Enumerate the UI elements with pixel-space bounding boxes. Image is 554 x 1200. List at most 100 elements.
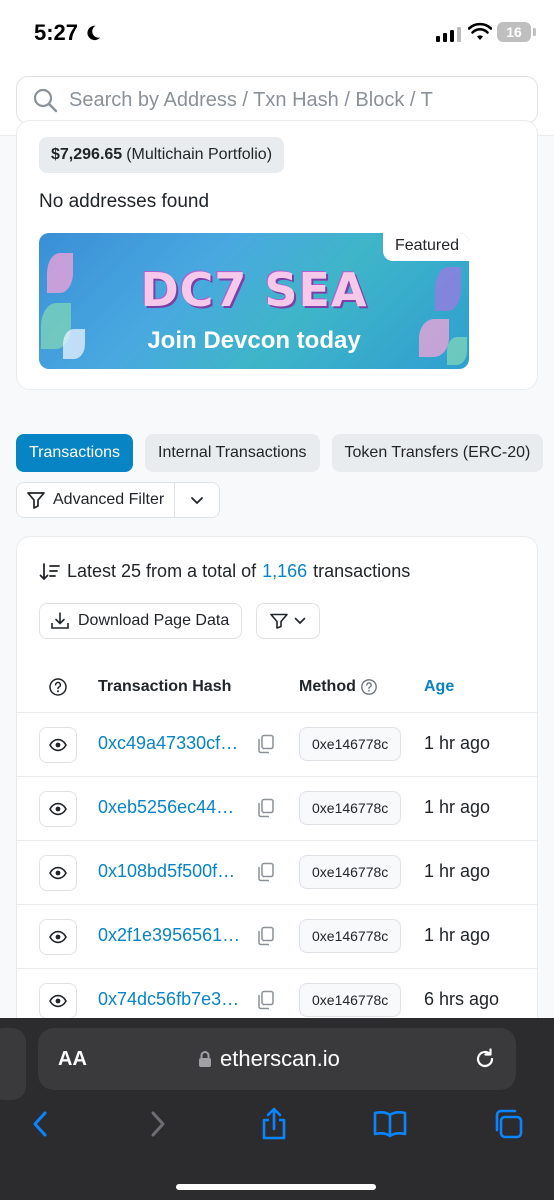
tab-bar: Transactions Internal Transactions Token… bbox=[16, 434, 544, 472]
multichain-portfolio-badge[interactable]: $7,296.65 (Multichain Portfolio) bbox=[39, 137, 285, 173]
lock-icon bbox=[199, 1051, 211, 1067]
preview-button[interactable] bbox=[39, 983, 77, 1019]
devcon-banner[interactable]: DC7 SEA Join Devcon today Featured bbox=[39, 233, 469, 369]
help-icon[interactable] bbox=[48, 677, 68, 697]
filter-dropdown-button[interactable] bbox=[256, 603, 320, 639]
advanced-filter-label: Advanced Filter bbox=[53, 491, 165, 508]
copy-icon[interactable] bbox=[257, 734, 275, 754]
share-button[interactable] bbox=[256, 1106, 292, 1142]
banner-title: DC7 SEA bbox=[140, 263, 368, 317]
address-overview-card: $7,296.65 (Multichain Portfolio) No addr… bbox=[16, 120, 538, 390]
method-badge: 0xe146778c bbox=[299, 727, 402, 761]
text-size-button[interactable]: AA bbox=[58, 1048, 87, 1071]
preview-button[interactable] bbox=[39, 855, 77, 891]
table-row: 0xc49a47330cf… 0xe146778c 1 hr ago bbox=[17, 713, 537, 777]
tab-transactions[interactable]: Transactions bbox=[16, 434, 133, 472]
download-page-data-button[interactable]: Download Page Data bbox=[39, 603, 243, 639]
header-age-toggle[interactable]: Age bbox=[424, 678, 454, 696]
search-icon bbox=[33, 88, 58, 113]
copy-icon[interactable] bbox=[257, 990, 275, 1010]
chevron-left-icon bbox=[33, 1111, 47, 1137]
url-display[interactable]: etherscan.io bbox=[198, 1046, 340, 1072]
battery-indicator: 16 bbox=[497, 22, 536, 42]
signal-icon bbox=[436, 26, 461, 42]
transaction-hash-link[interactable]: 0x108bd5f500f… bbox=[98, 861, 235, 882]
transaction-hash-link[interactable]: 0xc49a47330cf… bbox=[98, 733, 238, 754]
clock-time: 5:27 bbox=[34, 20, 79, 45]
tabs-button[interactable] bbox=[490, 1106, 526, 1142]
url-domain: etherscan.io bbox=[220, 1046, 340, 1071]
eye-icon bbox=[49, 866, 67, 880]
table-row: 0xeb5256ec44… 0xe146778c 1 hr ago bbox=[17, 777, 537, 841]
portfolio-label: (Multichain Portfolio) bbox=[126, 146, 273, 163]
clock: 5:27 bbox=[34, 20, 102, 46]
copy-icon[interactable] bbox=[257, 926, 275, 946]
copy-icon[interactable] bbox=[257, 862, 275, 882]
advanced-filter-button[interactable]: Advanced Filter bbox=[17, 483, 176, 517]
preview-button[interactable] bbox=[39, 727, 77, 763]
status-bar: 5:27 16 bbox=[0, 0, 554, 66]
chevron-down-icon bbox=[191, 497, 203, 505]
eye-icon bbox=[49, 738, 67, 752]
method-badge: 0xe146778c bbox=[299, 919, 402, 953]
eye-icon bbox=[49, 994, 67, 1008]
eye-icon bbox=[49, 930, 67, 944]
search-placeholder: Search by Address / Txn Hash / Block / T bbox=[69, 88, 433, 111]
book-icon bbox=[373, 1111, 407, 1138]
download-icon bbox=[51, 612, 69, 629]
header-transaction-hash: Transaction Hash bbox=[98, 678, 232, 695]
address-bar[interactable]: AA etherscan.io bbox=[38, 1028, 516, 1090]
help-icon[interactable] bbox=[360, 678, 378, 696]
moon-icon bbox=[87, 25, 101, 41]
previous-tab-peek[interactable] bbox=[0, 1028, 26, 1100]
chevron-down-icon bbox=[294, 617, 306, 625]
transaction-age: 1 hr ago bbox=[424, 861, 491, 881]
search-input[interactable]: Search by Address / Txn Hash / Block / T bbox=[16, 76, 538, 124]
transaction-age: 1 hr ago bbox=[424, 797, 491, 817]
transaction-hash-link[interactable]: 0x74dc56fb7e3… bbox=[98, 989, 239, 1010]
transactions-card: Latest 25 from a total of 1,166 transact… bbox=[16, 536, 538, 1036]
eye-icon bbox=[49, 802, 67, 816]
featured-badge: Featured bbox=[382, 233, 469, 261]
transaction-age: 1 hr ago bbox=[424, 733, 491, 753]
header-method: Method bbox=[299, 678, 378, 696]
advanced-filter-control: Advanced Filter bbox=[16, 482, 220, 518]
method-badge: 0xe146778c bbox=[299, 983, 402, 1017]
back-button[interactable] bbox=[22, 1106, 58, 1142]
tab-token-transfers[interactable]: Token Transfers (ERC-20) bbox=[331, 434, 544, 472]
advanced-filter-dropdown[interactable] bbox=[175, 495, 219, 505]
transaction-hash-link[interactable]: 0xeb5256ec44… bbox=[98, 797, 234, 818]
table-row: 0x108bd5f500f… 0xe146778c 1 hr ago bbox=[17, 841, 537, 905]
method-badge: 0xe146778c bbox=[299, 855, 402, 889]
filter-icon bbox=[270, 613, 288, 629]
summary-suffix: transactions bbox=[313, 561, 411, 581]
text-size-label: AA bbox=[58, 1048, 87, 1070]
wifi-icon bbox=[468, 22, 492, 40]
tab-internal-transactions[interactable]: Internal Transactions bbox=[145, 434, 320, 472]
transaction-hash-link[interactable]: 0x2f1e3956561… bbox=[98, 925, 240, 946]
summary-prefix: Latest 25 from a total of bbox=[67, 561, 257, 581]
method-badge: 0xe146778c bbox=[299, 791, 402, 825]
browser-toolbar: AA etherscan.io bbox=[0, 1018, 554, 1200]
chevron-right-icon bbox=[151, 1111, 165, 1137]
transaction-age: 1 hr ago bbox=[424, 925, 491, 945]
tabs-icon bbox=[495, 1109, 523, 1139]
copy-icon[interactable] bbox=[257, 798, 275, 818]
sort-descending-icon bbox=[39, 562, 60, 580]
no-addresses-text: No addresses found bbox=[39, 191, 210, 212]
preview-button[interactable] bbox=[39, 919, 77, 955]
bookmarks-button[interactable] bbox=[372, 1106, 408, 1142]
preview-button[interactable] bbox=[39, 791, 77, 827]
banner-tagline: Join Devcon today bbox=[147, 327, 361, 354]
transactions-summary: Latest 25 from a total of 1,166 transact… bbox=[39, 561, 410, 582]
table-header: Transaction Hash Method Age bbox=[17, 663, 537, 713]
forward-button[interactable] bbox=[140, 1106, 176, 1142]
transaction-count-link[interactable]: 1,166 bbox=[262, 561, 307, 582]
download-label: Download Page Data bbox=[78, 612, 230, 629]
reload-icon[interactable] bbox=[472, 1046, 498, 1072]
funnel-star-icon bbox=[27, 492, 45, 509]
portfolio-value: $7,296.65 bbox=[51, 146, 123, 163]
header-method-label: Method bbox=[299, 678, 356, 695]
home-indicator bbox=[176, 1184, 376, 1190]
transaction-age: 6 hrs ago bbox=[424, 989, 500, 1009]
